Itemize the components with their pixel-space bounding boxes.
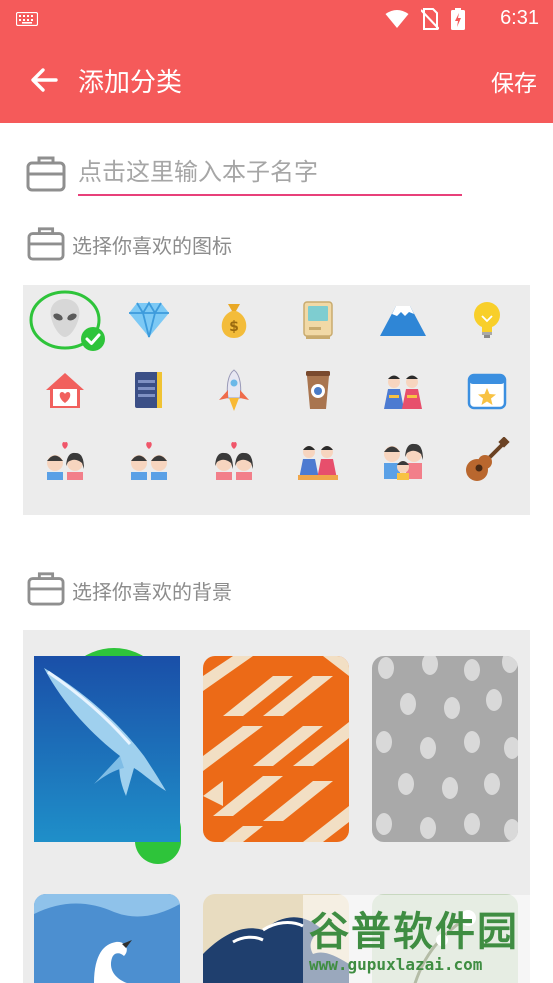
family-icon — [384, 443, 423, 480]
svg-text:$: $ — [229, 319, 239, 335]
icon-option-lightbulb[interactable] — [445, 285, 529, 355]
bag-icon — [383, 512, 423, 515]
icon-option-alien[interactable] — [23, 285, 107, 355]
icon-option-partial-6[interactable] — [445, 497, 529, 515]
diamond-icon — [129, 301, 169, 338]
status-bar: 6:31 — [0, 0, 553, 38]
background-option-gray-dots[interactable] — [372, 656, 518, 842]
coffee-cup-icon — [306, 371, 330, 409]
briefcase-icon — [26, 156, 66, 192]
icon-option-notebook[interactable] — [107, 355, 191, 425]
icon-option-coffee-cup[interactable] — [276, 355, 360, 425]
swan-image — [34, 894, 180, 983]
icon-option-two-boys[interactable] — [107, 425, 191, 495]
alien-icon — [29, 290, 105, 351]
icon-option-calendar-star[interactable] — [445, 355, 529, 425]
icon-option-two-girls[interactable] — [192, 425, 276, 495]
icon-option-partial-4[interactable] — [276, 497, 360, 515]
icon-option-money-bag[interactable]: $ — [192, 285, 276, 355]
briefcase-icon — [27, 227, 65, 261]
house-blue-icon — [45, 512, 85, 515]
dolls-icon — [384, 375, 422, 409]
icon-option-partial-3[interactable] — [192, 497, 276, 515]
wifi-icon — [385, 10, 409, 28]
back-arrow-icon[interactable] — [26, 62, 62, 98]
couple-icon — [47, 442, 84, 480]
mountain-icon — [380, 306, 426, 336]
icon-option-guitar[interactable] — [445, 425, 529, 495]
coin-icon — [467, 512, 507, 515]
doll-couple-icon — [298, 446, 338, 480]
clock-icon — [298, 512, 338, 515]
backgrounds-section-label: 选择你喜欢的背景 — [72, 580, 232, 604]
app-bar: 添加分类 保存 — [0, 38, 553, 123]
icon-option-diamond[interactable] — [107, 285, 191, 355]
calendar-star-icon — [467, 373, 507, 410]
icon-option-partial-2[interactable] — [107, 497, 191, 515]
rocket-icon — [219, 369, 249, 411]
icon-picker-grid: $ — [23, 285, 530, 515]
notebook-icon — [135, 372, 162, 408]
background-option-orange-geometric[interactable] — [203, 656, 349, 842]
no-sim-icon — [421, 8, 439, 30]
icon-option-partial-1[interactable] — [23, 497, 107, 515]
icon-option-house-heart[interactable] — [23, 355, 107, 425]
background-option-whale[interactable] — [34, 656, 180, 842]
icon-option-mountain[interactable] — [361, 285, 445, 355]
icon-option-couple[interactable] — [23, 425, 107, 495]
retro-computer-icon — [303, 301, 333, 339]
status-time: 6:31 — [500, 7, 539, 29]
whale-image — [34, 656, 180, 842]
icon-option-partial-5[interactable] — [361, 497, 445, 515]
lightbulb-icon — [474, 302, 500, 338]
icon-option-family[interactable] — [361, 425, 445, 495]
house-heart-icon — [46, 373, 84, 408]
briefcase-icon — [27, 572, 65, 606]
icons-section-label: 选择你喜欢的图标 — [72, 234, 232, 258]
watermark-url: www.gupuxlazai.com — [309, 955, 483, 974]
watermark-title: 谷普软件园 — [309, 909, 519, 955]
gray-dots-image — [372, 656, 518, 842]
icon-option-doll-couple[interactable] — [276, 425, 360, 495]
money-bag-icon: $ — [221, 304, 247, 338]
page-title: 添加分类 — [78, 68, 183, 98]
watermark: 谷普软件园 www.gupuxlazai.com — [303, 895, 553, 983]
fish-icon — [127, 512, 171, 515]
keyboard-icon — [16, 12, 38, 26]
two-girls-icon — [215, 442, 253, 480]
save-button[interactable]: 保存 — [491, 64, 537, 98]
icon-option-retro-computer[interactable] — [276, 285, 360, 355]
ball-icon — [214, 512, 254, 515]
orange-geometric-image — [203, 656, 349, 842]
icon-option-dolls[interactable] — [361, 355, 445, 425]
background-option-swan[interactable] — [34, 894, 180, 983]
notebook-name-input[interactable] — [78, 150, 462, 196]
guitar-icon — [466, 437, 510, 481]
battery-charging-icon — [451, 8, 465, 30]
two-boys-icon — [131, 442, 167, 480]
icon-option-rocket[interactable] — [192, 355, 276, 425]
